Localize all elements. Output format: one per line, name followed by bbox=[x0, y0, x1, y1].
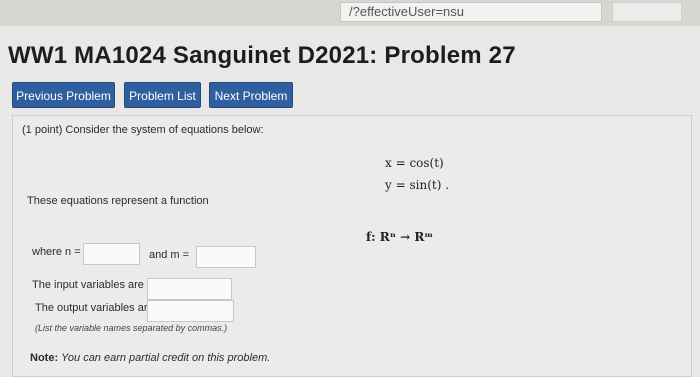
variables-hint: (List the variable names separated by co… bbox=[35, 323, 228, 333]
where-n-label: where n = bbox=[32, 246, 81, 258]
partial-credit-note: Note: You can earn partial credit on thi… bbox=[30, 352, 270, 364]
function-signature: f: Rⁿ → Rᵐ bbox=[366, 230, 434, 244]
next-problem-button[interactable]: Next Problem bbox=[209, 82, 293, 108]
previous-problem-button[interactable]: Previous Problem bbox=[12, 82, 115, 108]
address-bar-text: /?effectiveUser=nsu bbox=[349, 4, 465, 19]
and-m-label: and m = bbox=[149, 249, 190, 261]
represent-text: These equations represent a function bbox=[27, 195, 209, 207]
problem-intro: (1 point) Consider the system of equatio… bbox=[22, 124, 264, 136]
input-variables-label: The input variables are bbox=[32, 279, 144, 291]
output-variables-label: The output variables are bbox=[35, 302, 154, 314]
browser-toolbar-area[interactable] bbox=[612, 2, 682, 22]
browser-top-bar: /?effectiveUser=nsu bbox=[0, 0, 700, 26]
output-variables-field[interactable] bbox=[147, 300, 234, 322]
page-title: WW1 MA1024 Sanguinet D2021: Problem 27 bbox=[8, 42, 516, 69]
input-variables-field[interactable] bbox=[147, 278, 232, 300]
problem-list-button[interactable]: Problem List bbox=[124, 82, 201, 108]
note-label: Note: bbox=[30, 352, 59, 364]
m-input[interactable] bbox=[196, 246, 256, 268]
note-text: You can earn partial credit on this prob… bbox=[61, 352, 271, 364]
equation-x: x = cos(t) bbox=[385, 156, 444, 170]
n-input[interactable] bbox=[83, 243, 140, 265]
equation-y: y = sin(t) . bbox=[385, 178, 450, 192]
address-bar[interactable]: /?effectiveUser=nsu bbox=[340, 2, 602, 22]
